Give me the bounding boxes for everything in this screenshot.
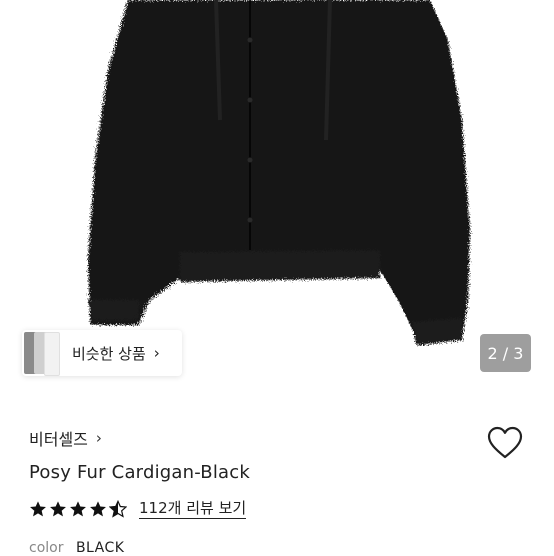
product-image-gallery[interactable]: 비슷한 상품 › 2 / 3 [0, 0, 554, 395]
star-half-icon [109, 500, 127, 518]
review-link[interactable]: 112개 리뷰 보기 [139, 499, 247, 519]
chevron-right-icon: › [153, 344, 160, 362]
heart-icon[interactable] [487, 426, 523, 460]
brand-name: 비터셀즈 [29, 430, 88, 449]
chevron-right-icon: › [95, 429, 102, 447]
similar-thumbnails [24, 330, 60, 376]
star-icon [50, 501, 66, 517]
rating-row: 112개 리뷰 보기 [29, 499, 247, 519]
star-icon [70, 501, 86, 517]
star-rating [29, 500, 127, 518]
similar-products-button[interactable]: 비슷한 상품 › [22, 330, 182, 376]
product-title: Posy Fur Cardigan-Black [29, 462, 251, 483]
image-counter: 2 / 3 [480, 334, 531, 372]
star-icon [90, 501, 106, 517]
thumbnail [44, 332, 60, 376]
star-icon [30, 501, 46, 517]
similar-products-label: 비슷한 상품 [72, 344, 146, 363]
brand-link[interactable]: 비터셀즈 › [29, 426, 102, 450]
